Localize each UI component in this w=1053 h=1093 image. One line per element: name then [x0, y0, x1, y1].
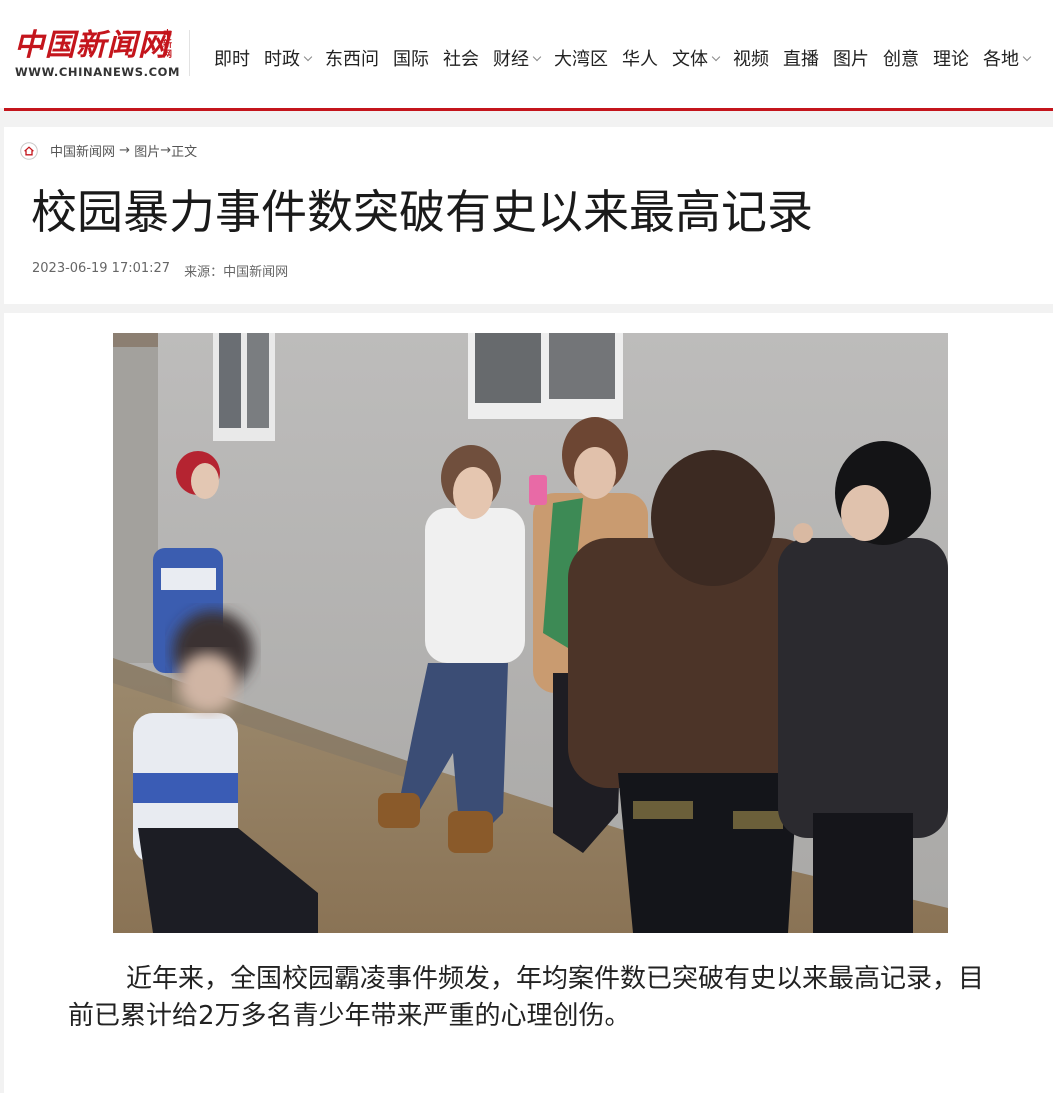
nav-item[interactable]: 视频 [733, 45, 769, 71]
site-logo[interactable]: 中国新闻网 中新网 WWW.CHINANEWS.COM [14, 28, 179, 80]
logo-chinese-name: 中国新闻网 [14, 28, 169, 63]
home-icon[interactable] [20, 141, 38, 160]
nav-item[interactable]: 国际 [393, 45, 429, 71]
nav-item-label: 即时 [214, 49, 250, 70]
nav-item-label: 华人 [622, 49, 658, 70]
nav-item-label: 各地 [983, 49, 1019, 70]
breadcrumb-current: 正文 [171, 145, 198, 160]
nav-item[interactable]: 直播 [783, 45, 819, 71]
nav-divider [189, 30, 190, 76]
nav-item[interactable]: 华人 [622, 45, 658, 71]
nav-item[interactable]: 理论 [933, 45, 969, 71]
nav-item[interactable]: 文体 [672, 45, 721, 71]
main-nav: 即时 时政 东西问 国际 社会 财经 大湾区 华人 文体 视频 直播 图片 创意 理论 各地 [214, 45, 1044, 71]
article-header-card: 中国新闻网 → 图片 → 正文 校园暴力事件数突破有史以来最高记录 2023-0… [4, 127, 1053, 304]
nav-item[interactable]: 各地 [983, 45, 1032, 71]
chevron-down-icon [303, 52, 313, 61]
nav-item-label: 创意 [883, 49, 919, 70]
nav-item-label: 图片 [833, 49, 869, 70]
nav-item[interactable]: 社会 [443, 45, 479, 71]
nav-item[interactable]: 图片 [833, 45, 869, 71]
header-accent-line [4, 108, 1053, 111]
nav-item-label: 社会 [443, 49, 479, 70]
article-photo [113, 333, 948, 933]
nav-item[interactable]: 财经 [493, 45, 542, 71]
breadcrumb-site-link[interactable]: 中国新闻网 [50, 141, 115, 160]
nav-item-label: 时政 [264, 49, 300, 70]
article-title: 校园暴力事件数突破有史以来最高记录 [31, 185, 813, 239]
breadcrumb: 中国新闻网 → 图片 → 正文 [20, 141, 197, 160]
nav-item-label: 直播 [783, 49, 819, 70]
article-datetime: 2023-06-19 17:01:27 [32, 261, 171, 276]
breadcrumb-separator: → [160, 143, 172, 158]
nav-item-label: 国际 [393, 49, 429, 70]
nav-item-label: 理论 [933, 49, 969, 70]
nav-item-label: 东西问 [325, 49, 379, 70]
article-meta: 2023-06-19 17:01:27 来源：中国新闻网 [32, 261, 288, 280]
logo-url-text: WWW.CHINANEWS.COM [15, 65, 181, 79]
breadcrumb-separator: → [115, 143, 135, 158]
nav-item[interactable]: 时政 [264, 45, 313, 71]
nav-item[interactable]: 东西问 [325, 45, 379, 71]
chevron-down-icon [1022, 52, 1032, 61]
article-source: 来源：中国新闻网 [184, 265, 289, 280]
nav-item[interactable]: 创意 [883, 45, 919, 71]
article-photo-illustration [113, 333, 948, 933]
breadcrumb-section-link[interactable]: 图片 [134, 141, 160, 160]
nav-item[interactable]: 即时 [214, 45, 250, 71]
site-header: 中国新闻网 中新网 WWW.CHINANEWS.COM 即时 时政 东西问 国际 社会财… [0, 0, 1053, 108]
article-body-paragraph: 近年来，全国校园霸凌事件频发，年均案件数已突破有史以来最高记录，目前已累计给2万… [68, 964, 985, 1031]
nav-item-label: 财经 [493, 49, 529, 70]
logo-side-text: 中新网 [163, 30, 173, 60]
nav-item-label: 视频 [733, 49, 769, 70]
chevron-down-icon [532, 52, 542, 61]
nav-item-label: 大湾区 [554, 49, 608, 70]
nav-item[interactable]: 大湾区 [554, 45, 608, 71]
article-body-card: 近年来，全国校园霸凌事件频发，年均案件数已突破有史以来最高记录，目前已累计给2万… [4, 313, 1053, 1093]
nav-item-label: 文体 [672, 49, 708, 70]
chevron-down-icon [711, 52, 721, 61]
